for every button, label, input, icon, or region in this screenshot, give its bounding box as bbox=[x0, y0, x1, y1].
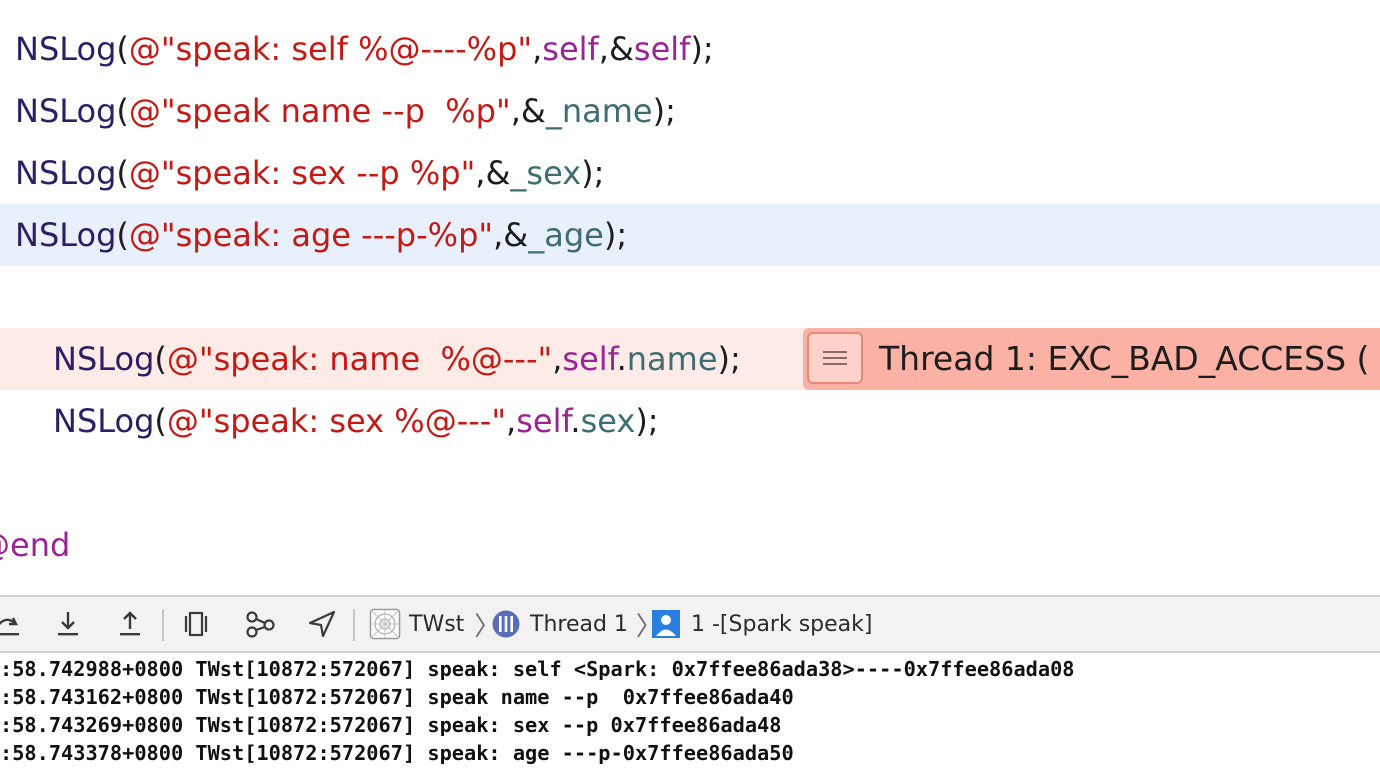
app-target-icon bbox=[369, 608, 401, 640]
code-line[interactable]: NSLog(@"speak: sex %@---",self.sex); bbox=[0, 390, 1380, 452]
code-editor[interactable]: NSLog(@"speak: self %@----%p",self,&self… bbox=[0, 0, 1380, 595]
code-punctuation-token: ,& bbox=[598, 30, 634, 68]
debug-view-hierarchy-button[interactable] bbox=[178, 597, 214, 651]
code-punctuation-token: ( bbox=[116, 30, 129, 68]
code-text: NSLog(@"speak: sex --p %p",&_sex); bbox=[15, 142, 604, 204]
code-punctuation-token: ); bbox=[652, 92, 676, 130]
code-punctuation-token: ,& bbox=[475, 154, 511, 192]
code-punctuation-token: ,& bbox=[493, 216, 529, 254]
code-function-token: NSLog bbox=[53, 402, 155, 440]
step-into-icon bbox=[58, 612, 78, 636]
toolbar-divider bbox=[353, 609, 355, 641]
view-hierarchy-icon bbox=[184, 611, 208, 637]
code-function-token: NSLog bbox=[53, 340, 155, 378]
code-function-token: NSLog bbox=[15, 154, 117, 192]
simulate-location-icon bbox=[308, 610, 336, 638]
current-code-line[interactable]: NSLog(@"speak: age ---p-%p",&_age); bbox=[0, 204, 1380, 266]
code-string-token: @"speak: sex %@---" bbox=[166, 402, 507, 440]
code-text: NSLog(@"speak: sex %@---",self.sex); bbox=[53, 390, 659, 452]
code-text: NSLog(@"speak: self %@----%p",self,&self… bbox=[15, 18, 714, 80]
code-punctuation-token: . bbox=[570, 402, 581, 440]
console-line: :58.743378+0800 TWst[10872:572067] speak… bbox=[0, 741, 794, 765]
code-text: @end bbox=[0, 514, 70, 576]
code-punctuation-token: ); bbox=[717, 340, 741, 378]
code-string-token: @"speak: age ---p-%p" bbox=[128, 216, 494, 254]
step-into-icon bbox=[0, 617, 19, 636]
code-function-token: NSLog bbox=[15, 216, 117, 254]
breadcrumb-frame-label: 1 -[Spark speak] bbox=[691, 611, 873, 637]
debug-memory-graph-button[interactable] bbox=[240, 597, 280, 651]
thread-icon bbox=[492, 610, 520, 638]
lines-icon bbox=[823, 351, 847, 365]
code-property-token: _sex bbox=[510, 154, 582, 192]
console-output[interactable]: :58.742988+0800 TWst[10872:572067] speak… bbox=[0, 653, 1380, 772]
code-punctuation-token: , bbox=[552, 340, 563, 378]
code-punctuation-token: , bbox=[506, 402, 517, 440]
code-string-token: @"speak name --p %p" bbox=[128, 92, 511, 130]
code-function-token: NSLog bbox=[15, 30, 117, 68]
code-keyword-token: self bbox=[542, 30, 599, 68]
memory-graph-icon bbox=[246, 611, 275, 638]
code-keyword-token: self bbox=[516, 402, 571, 440]
code-keyword-token: self bbox=[633, 30, 691, 68]
code-line[interactable]: @end bbox=[0, 514, 1380, 576]
code-keyword-token: @end bbox=[0, 526, 71, 564]
debug-bar: TWst 〉 Thread 1 〉 1 -[Spark speak] bbox=[0, 595, 1380, 653]
code-punctuation-token: ); bbox=[603, 216, 628, 254]
breadcrumb-target[interactable]: TWst 〉 bbox=[369, 597, 500, 651]
breadcrumb-frame[interactable]: 1 -[Spark speak] bbox=[651, 597, 872, 651]
code-function-token: NSLog bbox=[15, 92, 117, 130]
code-punctuation-token: . bbox=[616, 340, 627, 378]
code-punctuation-token: ); bbox=[690, 30, 714, 68]
code-punctuation-token: ); bbox=[581, 154, 605, 192]
breadcrumb-thread-label: Thread 1 bbox=[530, 611, 628, 637]
step-over-button[interactable] bbox=[0, 597, 26, 651]
code-punctuation-token: ); bbox=[635, 402, 659, 440]
breadcrumb-target-label: TWst bbox=[409, 611, 465, 637]
breadcrumb-thread[interactable]: Thread 1 〉 bbox=[491, 597, 662, 651]
toolbar-divider bbox=[162, 609, 164, 641]
code-property-token: _name bbox=[545, 92, 653, 130]
code-line[interactable]: NSLog(@"speak: self %@----%p",self,&self… bbox=[0, 18, 1380, 80]
user-frame-icon bbox=[652, 610, 680, 638]
console-line: :58.742988+0800 TWst[10872:572067] speak… bbox=[0, 657, 1075, 681]
code-punctuation-token: ( bbox=[154, 402, 167, 440]
code-text: NSLog(@"speak: name %@---",self.name); bbox=[53, 328, 741, 390]
step-into-button[interactable] bbox=[50, 597, 86, 651]
code-text: NSLog(@"speak: age ---p-%p",&_age); bbox=[15, 204, 627, 266]
step-out-button[interactable] bbox=[112, 597, 148, 651]
error-details-button[interactable] bbox=[807, 332, 863, 384]
code-string-token: @"speak: name %@---" bbox=[166, 340, 553, 378]
error-banner[interactable]: Thread 1: EXC_BAD_ACCESS ( bbox=[803, 328, 1380, 390]
code-text: NSLog(@"speak name --p %p",&_name); bbox=[15, 80, 676, 142]
code-punctuation-token: ( bbox=[116, 216, 129, 254]
code-string-token: @"speak: self %@----%p" bbox=[128, 30, 533, 68]
code-punctuation-token: , bbox=[532, 30, 543, 68]
code-property-token: name bbox=[626, 340, 718, 378]
code-property-token: sex bbox=[580, 402, 636, 440]
code-punctuation-token: ( bbox=[116, 154, 129, 192]
console-line: :58.743162+0800 TWst[10872:572067] speak… bbox=[0, 685, 794, 709]
code-punctuation-token: ( bbox=[154, 340, 167, 378]
code-property-token: _age bbox=[528, 216, 604, 254]
console-line: :58.743269+0800 TWst[10872:572067] speak… bbox=[0, 713, 782, 737]
code-punctuation-token: ,& bbox=[510, 92, 546, 130]
code-punctuation-token: ( bbox=[116, 92, 129, 130]
simulate-location-button[interactable] bbox=[304, 597, 340, 651]
code-string-token: @"speak: sex --p %p" bbox=[128, 154, 476, 192]
xcode-window: NSLog(@"speak: self %@----%p",self,&self… bbox=[0, 0, 1380, 772]
code-line[interactable]: NSLog(@"speak name --p %p",&_name); bbox=[0, 80, 1380, 142]
code-keyword-token: self bbox=[562, 340, 617, 378]
step-out-icon bbox=[120, 611, 140, 636]
error-message: Thread 1: EXC_BAD_ACCESS ( bbox=[879, 339, 1370, 378]
code-line[interactable]: NSLog(@"speak: sex --p %p",&_sex); bbox=[0, 142, 1380, 204]
